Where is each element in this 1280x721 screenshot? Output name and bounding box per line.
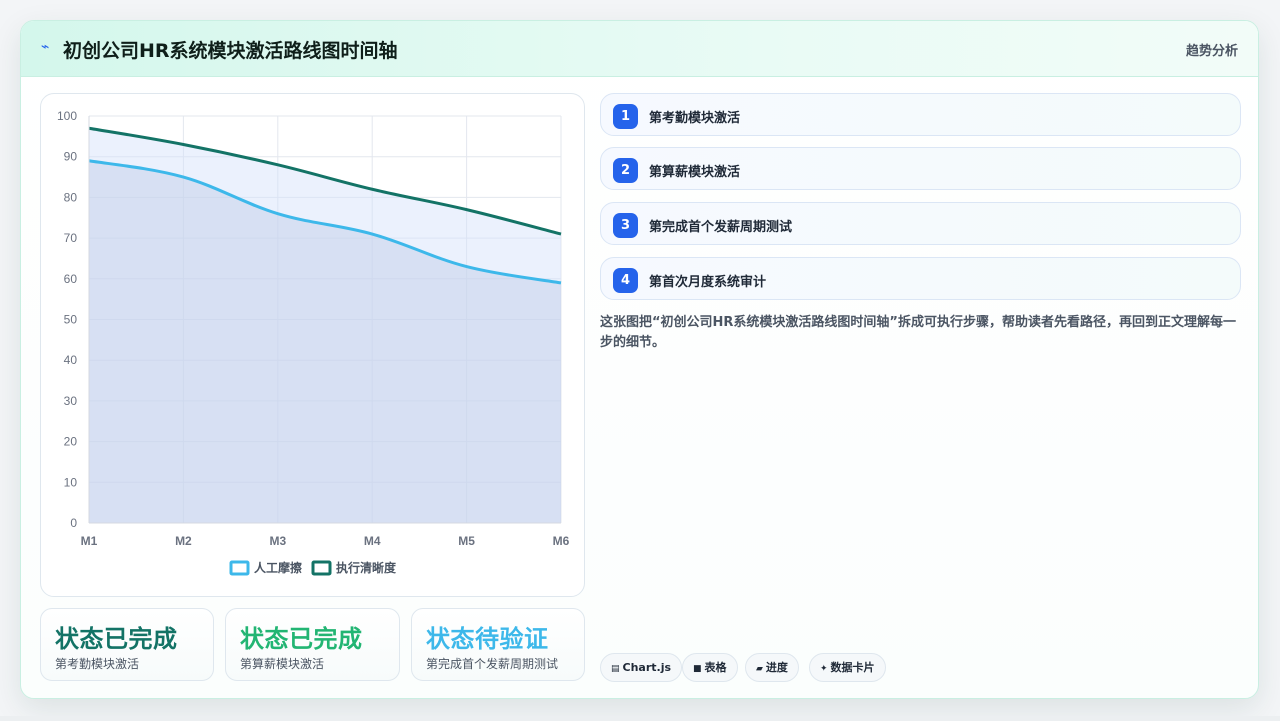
header: ⌁ 初创公司HR系统模块激活路线图时间轴 趋势分析 — [21, 21, 1258, 77]
dashboard-card: ⌁ 初创公司HR系统模块激活路线图时间轴 趋势分析 0 10 20 30 40 50 60 7… — [20, 20, 1259, 699]
step-label: 第完成首个发薪周期测试 — [649, 220, 793, 235]
step-label: 第首次月度系统审计 — [649, 275, 767, 290]
status-title: 状态已完成 — [240, 625, 363, 653]
y-tick-label: 10 — [64, 475, 78, 489]
y-tick-label: 40 — [64, 353, 78, 367]
legend-swatch — [229, 560, 250, 576]
step-number-badge: 2 — [613, 158, 638, 183]
sparkle-icon: ✦ — [820, 664, 828, 674]
status-card-2: 状态已完成 第算薪模块激活 — [225, 608, 400, 681]
chip-label: Chart.js — [622, 661, 672, 674]
trend-analysis-label[interactable]: 趋势分析 — [1186, 40, 1238, 59]
status-card-1: 状态已完成 第考勤模块激活 — [40, 608, 214, 681]
x-tick-label: M5 — [458, 534, 475, 548]
chip-data-card[interactable]: ✦ 数据卡片 — [809, 653, 886, 682]
y-tick-label: 30 — [64, 394, 78, 408]
y-tick-label: 90 — [64, 150, 78, 164]
step-item-4[interactable]: 4 第首次月度系统审计 — [600, 257, 1241, 300]
chip-chartjs[interactable]: ▤ Chart.js — [600, 653, 683, 682]
x-tick-label: M2 — [175, 534, 192, 548]
status-subtitle: 第考勤模块激活 — [55, 657, 140, 671]
y-tick-label: 80 — [64, 190, 78, 204]
legend-label: 人工摩擦 — [254, 560, 302, 575]
table-icon: ■ — [693, 664, 702, 674]
status-title: 状态待验证 — [426, 625, 549, 653]
y-tick-label: 100 — [57, 109, 77, 123]
y-tick-label: 60 — [64, 272, 78, 286]
line-chart: 0 10 20 30 40 50 60 70 80 90 100 M1 M2 M3 M4 M5 M6 人工摩擦 执行… — [40, 93, 585, 597]
step-label: 第考勤模块激活 — [649, 111, 741, 126]
x-tick-label: M1 — [81, 534, 98, 548]
spark-icon: ⌁ — [41, 39, 50, 55]
status-subtitle: 第完成首个发薪周期测试 — [426, 657, 559, 671]
status-title: 状态已完成 — [55, 625, 178, 653]
step-number-badge: 4 — [613, 268, 638, 293]
status-card-3: 状态待验证 第完成首个发薪周期测试 — [411, 608, 585, 681]
legend-swatch — [311, 560, 332, 576]
x-tick-label: M4 — [364, 534, 381, 548]
step-label: 第算薪模块激活 — [649, 165, 741, 180]
step-number-badge: 1 — [613, 104, 638, 129]
y-tick-label: 50 — [64, 313, 78, 327]
chart-svg: 0 10 20 30 40 50 60 70 80 90 100 M1 M2 M3 M4 M5 M6 人工摩擦 执行… — [57, 109, 570, 576]
chip-label: 表格 — [704, 661, 727, 674]
y-tick-label: 0 — [70, 516, 77, 530]
legend-label: 执行清晰度 — [336, 560, 397, 575]
x-tick-label: M6 — [553, 534, 570, 548]
progress-icon: ▰ — [756, 664, 763, 674]
step-item-3[interactable]: 3 第完成首个发薪周期测试 — [600, 202, 1241, 245]
chart-icon: ▤ — [611, 664, 620, 674]
chip-label: 进度 — [765, 661, 788, 674]
chip-label: 数据卡片 — [830, 661, 875, 674]
page-bottom-bar — [0, 716, 1280, 721]
chip-progress[interactable]: ▰ 进度 — [745, 653, 799, 682]
y-tick-label: 20 — [64, 435, 78, 449]
step-item-2[interactable]: 2 第算薪模块激活 — [600, 147, 1241, 190]
step-number-badge: 3 — [613, 213, 638, 238]
description-text: 这张图把“初创公司HR系统模块激活路线图时间轴”拆成可执行步骤，帮助读者先看路径… — [600, 315, 1236, 350]
step-item-1[interactable]: 1 第考勤模块激活 — [600, 93, 1241, 136]
status-subtitle: 第算薪模块激活 — [240, 657, 325, 671]
y-tick-label: 70 — [64, 231, 78, 245]
page-title: 初创公司HR系统模块激活路线图时间轴 — [63, 40, 398, 62]
chip-table[interactable]: ■ 表格 — [682, 653, 738, 682]
x-tick-label: M3 — [269, 534, 286, 548]
